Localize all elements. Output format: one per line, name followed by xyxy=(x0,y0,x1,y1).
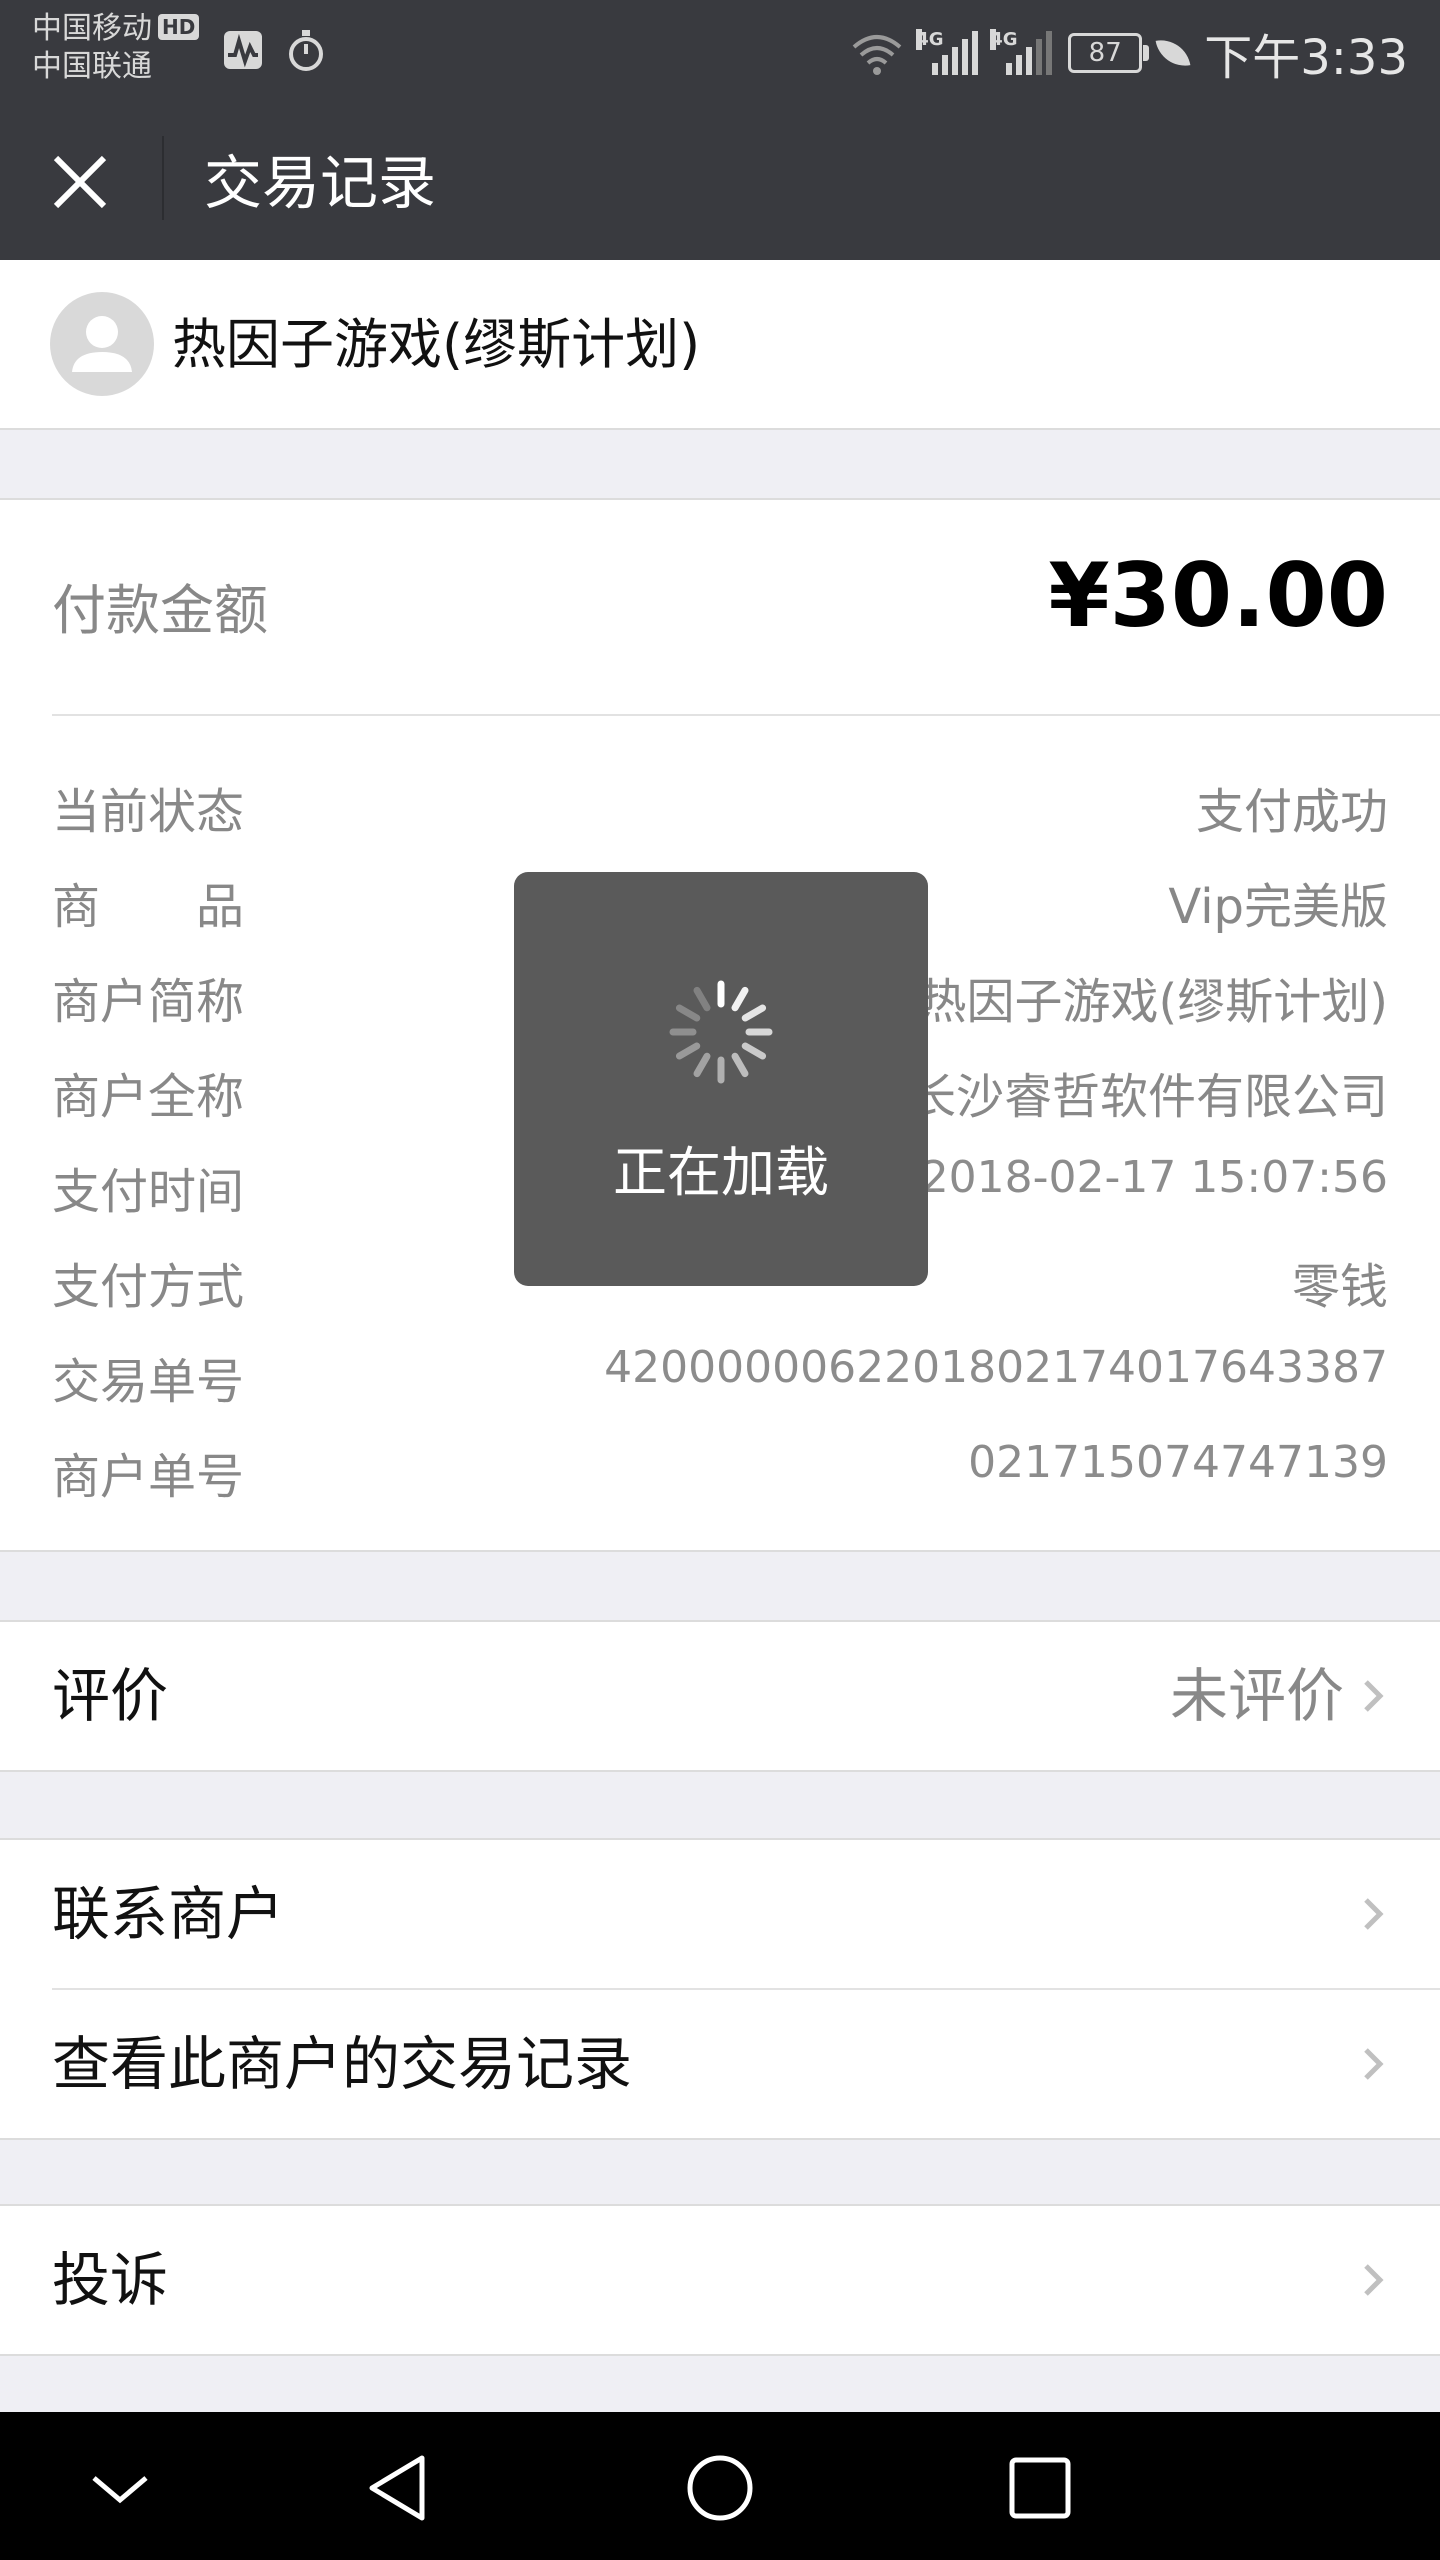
back-triangle-icon[interactable] xyxy=(360,2448,440,2528)
network-2-label: 4G xyxy=(990,29,1018,50)
detail-label: 当前状态 xyxy=(52,784,245,840)
complaint-cell[interactable]: 投诉 xyxy=(0,2206,1440,2354)
review-label: 评价 xyxy=(52,1662,169,1730)
detail-value: Vip完美版 xyxy=(1168,879,1388,935)
signal-2-icon: 4G xyxy=(990,29,1053,75)
chevron-right-icon xyxy=(1364,2048,1384,2080)
detail-value: 零钱 xyxy=(1291,1259,1388,1315)
system-nav-bar xyxy=(0,2412,1440,2560)
review-cell[interactable]: 评价 未评价 xyxy=(0,1622,1440,1770)
hide-keyboard-chevron-down-icon[interactable] xyxy=(80,2448,160,2528)
activity-icon xyxy=(224,31,262,69)
status-bar: 中国移动 HD 中国联通 4G 4G 87 下午3:33 xyxy=(0,0,1440,96)
detail-value: 021715074747139 xyxy=(968,1437,1388,1488)
detail-row-merchant-order-id: 商户单号 021715074747139 xyxy=(52,1437,1388,1505)
detail-label: 商户单号 xyxy=(52,1449,245,1505)
chevron-right-icon xyxy=(1364,1680,1384,1712)
user-icon xyxy=(72,316,132,372)
detail-value: 热因子游戏(缪斯计划) xyxy=(918,974,1388,1030)
loading-spinner-icon xyxy=(669,980,773,1084)
close-button[interactable] xyxy=(32,134,128,230)
detail-label: 商 品 xyxy=(52,879,245,935)
detail-label: 商户简称 xyxy=(52,974,245,1030)
amount-label: 付款金额 xyxy=(52,579,268,642)
contact-merchant-label: 联系商户 xyxy=(52,1880,285,1948)
network-1-label: 4G xyxy=(916,29,944,50)
detail-label: 交易单号 xyxy=(52,1354,245,1410)
carrier-1: 中国移动 xyxy=(32,11,152,46)
clock: 下午3:33 xyxy=(1204,30,1408,86)
review-status: 未评价 xyxy=(1169,1662,1344,1730)
carrier-2: 中国联通 xyxy=(32,49,152,84)
detail-label: 支付方式 xyxy=(52,1259,245,1315)
loading-toast: 正在加载 xyxy=(514,872,928,1286)
carrier-info: 中国移动 HD 中国联通 xyxy=(32,10,200,86)
detail-value: 长沙睿哲软件有限公司 xyxy=(907,1069,1388,1125)
detail-row-status: 当前状态 支付成功 xyxy=(52,772,1388,840)
home-circle-icon[interactable] xyxy=(680,2448,760,2528)
page-title: 交易记录 xyxy=(204,149,437,217)
amount-value: ¥30.00 xyxy=(1048,544,1388,647)
detail-row-transaction-id: 交易单号 4200000062201802174017643387 xyxy=(52,1342,1388,1410)
notification-icons xyxy=(222,28,326,72)
signal-1-icon: 4G xyxy=(916,29,979,75)
chevron-right-icon xyxy=(1364,2264,1384,2296)
merchant-history-cell[interactable]: 查看此商户的交易记录 xyxy=(0,1990,1440,2138)
system-status: 4G 4G 87 下午3:33 xyxy=(850,18,1408,88)
battery-indicator: 87 xyxy=(1068,33,1150,73)
merchant-history-label: 查看此商户的交易记录 xyxy=(52,2030,633,2098)
title-bar: 交易记录 xyxy=(0,96,1440,260)
avatar xyxy=(50,292,154,396)
divider xyxy=(52,714,1440,716)
review-group: 评价 未评价 xyxy=(0,1620,1440,1772)
chevron-right-icon xyxy=(1364,1898,1384,1930)
wifi-icon xyxy=(852,35,902,75)
detail-label: 商户全称 xyxy=(52,1069,245,1125)
close-icon xyxy=(53,155,107,209)
detail-value: 4200000062201802174017643387 xyxy=(604,1342,1388,1393)
loading-text: 正在加载 xyxy=(613,1141,829,1204)
contact-merchant-cell[interactable]: 联系商户 xyxy=(0,1840,1440,1988)
detail-label: 支付时间 xyxy=(52,1164,245,1220)
stopwatch-icon xyxy=(289,30,323,71)
detail-value: 支付成功 xyxy=(1195,784,1388,840)
recents-square-icon[interactable] xyxy=(1000,2448,1080,2528)
complaint-label: 投诉 xyxy=(52,2246,169,2314)
power-saving-leaf-icon xyxy=(1155,35,1191,71)
merchant-header[interactable]: 热因子游戏(缪斯计划) xyxy=(0,260,1440,430)
merchant-actions-group: 联系商户 查看此商户的交易记录 xyxy=(0,1838,1440,2140)
title-divider xyxy=(162,136,164,220)
detail-value: 2018-02-17 15:07:56 xyxy=(920,1152,1388,1203)
hd-badge: HD xyxy=(158,14,200,40)
complaint-group: 投诉 xyxy=(0,2204,1440,2356)
merchant-name: 热因子游戏(缪斯计划) xyxy=(172,313,701,376)
